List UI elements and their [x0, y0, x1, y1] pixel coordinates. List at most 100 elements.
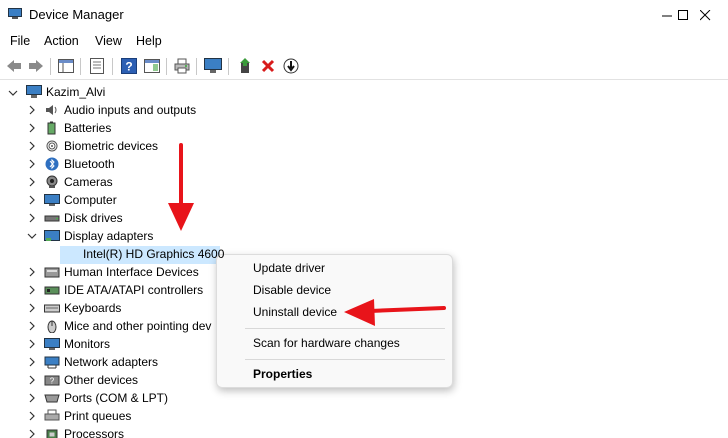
tree-root-label[interactable]: Kazim_Alvi [46, 83, 105, 101]
chevron-right-icon[interactable] [27, 195, 37, 205]
menu-help[interactable]: Help [136, 34, 162, 48]
printer-icon [44, 409, 60, 421]
disk-drive-icon [44, 215, 60, 222]
tree-item-disk-drives[interactable]: Disk drives [64, 209, 123, 227]
display-adapter-icon [44, 230, 60, 241]
scan-hardware-button[interactable] [203, 56, 223, 76]
chevron-right-icon[interactable] [27, 213, 37, 223]
chevron-right-icon[interactable] [27, 123, 37, 133]
chevron-right-icon[interactable] [27, 429, 37, 438]
uninstall-toolbar-button[interactable] [258, 56, 278, 76]
tree-item-keyboards[interactable]: Keyboards [64, 299, 121, 317]
chevron-right-icon[interactable] [27, 303, 37, 313]
device-manager-icon [8, 8, 22, 19]
chevron-right-icon[interactable] [27, 267, 37, 277]
close-button[interactable] [682, 0, 728, 30]
chevron-right-icon[interactable] [27, 339, 37, 349]
chevron-down-icon[interactable] [27, 231, 37, 241]
back-arrow-icon [7, 60, 21, 72]
tree-item-ports[interactable]: Ports (COM & LPT) [64, 389, 168, 407]
tree-item-intel-hd-graphics[interactable]: Intel(R) HD Graphics 4600 [83, 245, 224, 263]
tree-item-computer[interactable]: Computer [64, 191, 117, 209]
printer-icon [174, 58, 190, 74]
chevron-down-icon[interactable] [8, 88, 18, 98]
computer-root-icon [26, 85, 42, 98]
red-x-icon [261, 59, 275, 73]
ctx-disable-device[interactable]: Disable device [253, 283, 331, 297]
action-pane-icon [144, 59, 160, 73]
tree-item-biometric[interactable]: Biometric devices [64, 137, 158, 155]
ctx-properties[interactable]: Properties [253, 367, 312, 381]
update-driver-button[interactable] [236, 56, 256, 76]
down-arrow-circle-icon [283, 58, 299, 74]
toolbar: ? [0, 52, 728, 80]
back-button[interactable] [4, 56, 24, 76]
chevron-right-icon[interactable] [27, 321, 37, 331]
monitor-scan-icon [204, 58, 222, 73]
console-tree-icon [58, 59, 74, 73]
tree-item-audio[interactable]: Audio inputs and outputs [64, 101, 196, 119]
menu-bar: File Action View Help [0, 30, 728, 52]
mouse-icon [47, 320, 57, 333]
keyboard-icon [44, 304, 60, 313]
chevron-right-icon[interactable] [27, 159, 37, 169]
chevron-right-icon[interactable] [27, 393, 37, 403]
action-pane-button[interactable] [142, 56, 162, 76]
ctx-update-driver[interactable]: Update driver [253, 261, 325, 275]
help-icon: ? [121, 58, 137, 74]
disable-device-toolbar-button[interactable] [281, 56, 301, 76]
tree-item-bluetooth[interactable]: Bluetooth [64, 155, 115, 173]
network-adapter-icon [44, 356, 60, 369]
fingerprint-icon [46, 140, 58, 152]
ctx-separator [245, 359, 445, 360]
tree-item-mice[interactable]: Mice and other pointing dev [64, 317, 211, 335]
chevron-right-icon[interactable] [27, 375, 37, 385]
ide-controller-icon [44, 286, 60, 295]
print-button[interactable] [172, 56, 192, 76]
chevron-right-icon[interactable] [27, 411, 37, 421]
speaker-icon [46, 105, 57, 115]
svg-text:?: ? [125, 60, 132, 74]
ctx-scan-hardware[interactable]: Scan for hardware changes [253, 336, 400, 350]
computer-icon [44, 194, 60, 206]
svg-text:?: ? [50, 377, 55, 386]
properties-icon [90, 58, 104, 74]
monitor-icon [44, 338, 60, 350]
close-icon [699, 9, 710, 20]
red-arrow-down-annotation [168, 143, 194, 231]
processor-icon [46, 429, 58, 438]
title-bar: Device Manager [0, 0, 728, 30]
tree-item-batteries[interactable]: Batteries [64, 119, 111, 137]
tree-item-display-adapters[interactable]: Display adapters [64, 227, 153, 245]
chevron-right-icon[interactable] [27, 357, 37, 367]
show-hide-console-tree-button[interactable] [56, 56, 76, 76]
port-icon [44, 394, 60, 403]
update-driver-icon [240, 58, 250, 73]
tree-item-cameras[interactable]: Cameras [64, 173, 113, 191]
menu-file[interactable]: File [10, 34, 30, 48]
chevron-right-icon[interactable] [27, 285, 37, 295]
red-arrow-left-annotation [344, 299, 446, 326]
hid-icon [44, 267, 60, 278]
window-title: Device Manager [29, 7, 124, 22]
help-toolbar-button[interactable]: ? [119, 56, 139, 76]
tree-item-ide-ata[interactable]: IDE ATA/ATAPI controllers [64, 281, 203, 299]
menu-view[interactable]: View [95, 34, 122, 48]
battery-icon [47, 121, 56, 135]
properties-toolbar-button[interactable] [87, 56, 107, 76]
menu-action[interactable]: Action [44, 34, 79, 48]
tree-item-network-adapters[interactable]: Network adapters [64, 353, 158, 371]
camera-icon [46, 175, 58, 188]
chevron-right-icon[interactable] [27, 177, 37, 187]
tree-item-print-queues[interactable]: Print queues [64, 407, 131, 425]
chevron-right-icon[interactable] [27, 141, 37, 151]
other-devices-icon: ? [44, 375, 60, 386]
tree-item-monitors[interactable]: Monitors [64, 335, 110, 353]
forward-button[interactable] [26, 56, 46, 76]
chevron-right-icon[interactable] [27, 105, 37, 115]
tree-item-processors[interactable]: Processors [64, 425, 124, 438]
ctx-uninstall-device[interactable]: Uninstall device [253, 305, 337, 319]
forward-arrow-icon [29, 60, 43, 72]
tree-item-hid[interactable]: Human Interface Devices [64, 263, 199, 281]
tree-item-other-devices[interactable]: Other devices [64, 371, 138, 389]
